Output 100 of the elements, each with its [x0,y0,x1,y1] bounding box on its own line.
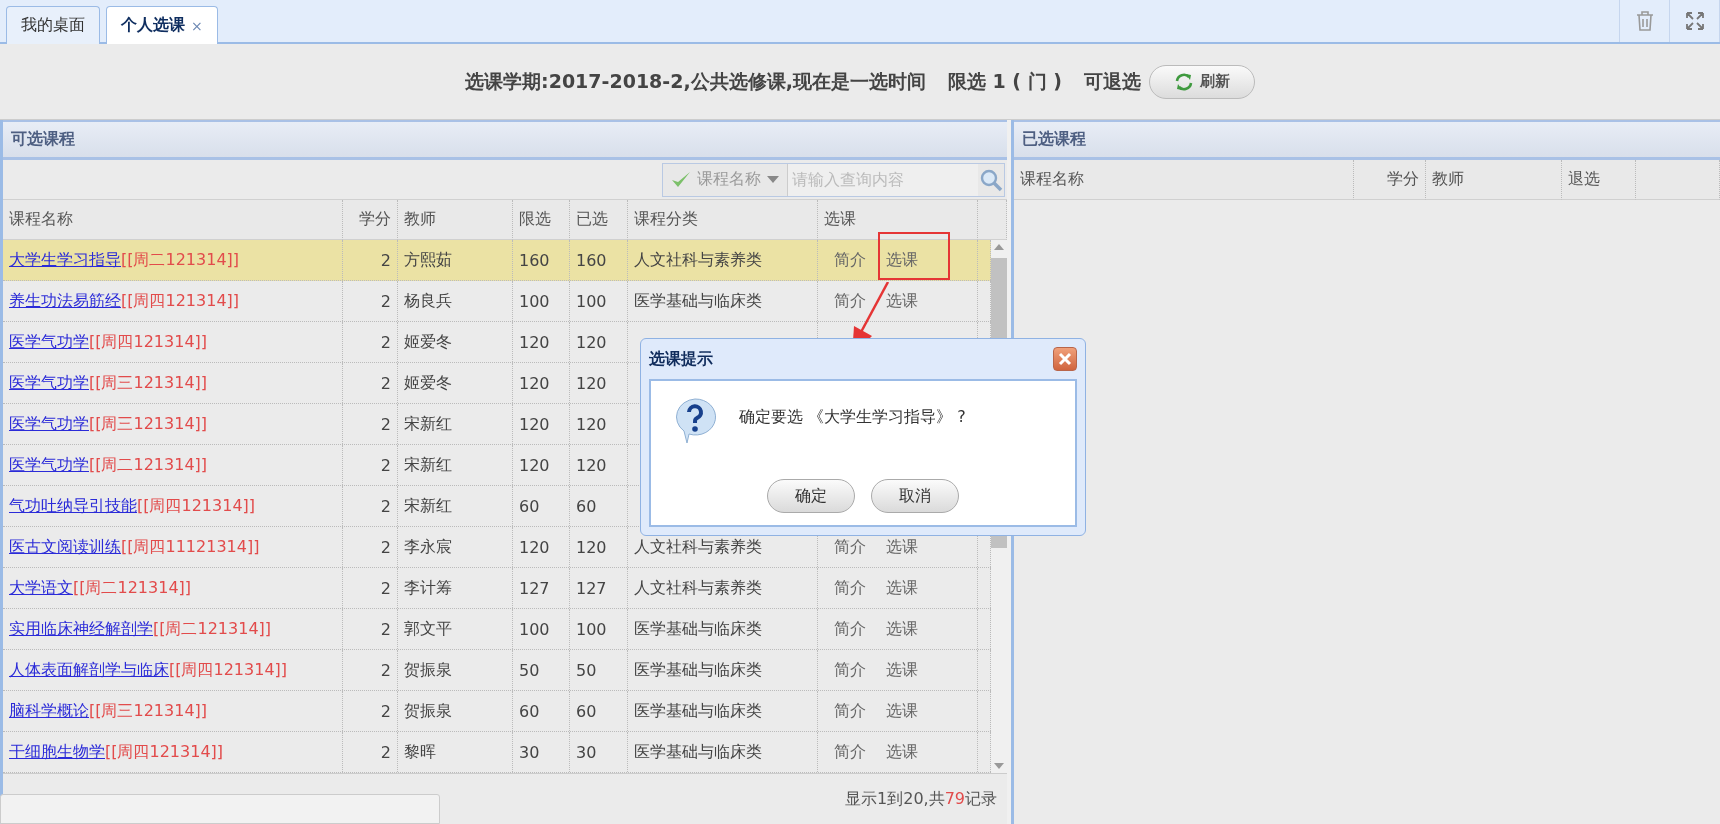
course-row[interactable]: 养生功法易筋经[[周四121314]] 2 杨良兵 100 100 医学基础与临床类 简介 选课 [3,281,991,322]
table-cell: 2 [380,414,391,434]
course-link[interactable]: 医学气功学 [9,413,89,433]
course-name: 医古文阅读训练[[周四11121314]] [9,536,260,558]
course-row[interactable]: 医古文阅读训练[[周四11121314]] 2 李永宸 120 120 人文社科与素养类 简介 选课 [3,527,991,568]
close-button[interactable] [1053,347,1077,371]
caret-icon [767,175,779,184]
select-link[interactable]: 选课 [876,659,928,681]
course-link[interactable]: 气功吐纳导引技能 [9,495,137,515]
intro-link[interactable]: 简介 [824,659,876,681]
table-cell: 50 [519,660,540,680]
dialog-button[interactable]: 确定 [767,479,855,513]
course-link[interactable]: 大学语文 [9,577,73,597]
table-cell: 医学基础与临床类 [634,659,762,681]
dialog-button[interactable]: 取消 [871,479,959,513]
table-cell: 120 [519,414,550,434]
column-header: 教师 [398,200,513,240]
select-link[interactable]: 选课 [876,536,928,558]
record-count: 显示1到20,共79记录 [845,788,997,810]
select-link[interactable]: 选课 [876,577,928,599]
table-cell: 127 [576,578,607,598]
intro-link[interactable]: 简介 [824,618,876,640]
table-cell: 方熙茹 [404,249,452,271]
intro-link[interactable]: 简介 [824,290,876,312]
course-link[interactable]: 大学生学习指导 [9,249,121,269]
scroll-down-icon[interactable] [994,763,1004,769]
table-cell: 120 [519,332,550,352]
course-name: 养生功法易筋经[[周四121314]] [9,290,240,312]
table-cell: 60 [576,496,597,516]
select-link[interactable]: 选课 [876,700,928,722]
scroll-up-icon[interactable] [994,244,1004,250]
table-cell: 贺振泉 [404,659,452,681]
select-link[interactable]: 选课 [876,618,928,640]
course-name: 医学气功学[[周二121314]] [9,454,208,476]
table-cell: 2 [380,455,391,475]
table-cell: 30 [519,742,540,762]
highlight-frame [878,232,950,280]
table-cell: 医学基础与临床类 [634,618,762,640]
table-cell: 2 [380,660,391,680]
course-row[interactable]: 实用临床神经解剖学[[周二121314]] 2 郭文平 100 100 医学基础与临床类 简介 选课 [3,609,991,650]
table-cell: 2 [380,742,391,762]
course-link[interactable]: 医学气功学 [9,454,89,474]
refresh-button[interactable]: 刷新 [1148,64,1255,99]
table-cell: 宋新红 [404,454,452,476]
course-link[interactable]: 人体表面解剖学与临床 [9,659,169,679]
table-cell: 人文社科与素养类 [634,577,762,599]
select-link[interactable]: 选课 [876,741,928,763]
intro-link[interactable]: 简介 [824,536,876,558]
intro-link[interactable]: 简介 [824,249,876,271]
course-row[interactable]: 人体表面解剖学与临床[[周四121314]] 2 贺振泉 50 50 医学基础与临床类 简介 选课 [3,650,991,691]
table-cell: 杨良兵 [404,290,452,312]
tab[interactable]: 个人选课 × [106,6,218,44]
withdraw-info: 可退选 [1083,68,1141,94]
table-cell: 120 [576,373,607,393]
intro-link[interactable]: 简介 [824,700,876,722]
table-cell: 2 [380,332,391,352]
table-cell: 120 [576,332,607,352]
course-name: 干细胞生物学[[周四121314]] [9,741,224,763]
table-cell: 2 [380,537,391,557]
table-cell: 黎晖 [404,741,436,763]
select-link[interactable]: 选课 [876,249,928,271]
table-cell: 120 [576,455,607,475]
intro-link[interactable]: 简介 [824,741,876,763]
table-cell: 姬爱冬 [404,372,452,394]
table-cell: 李计筹 [404,577,452,599]
course-row[interactable]: 干细胞生物学[[周四121314]] 2 黎晖 30 30 医学基础与临床类 简介 选课 [3,732,991,773]
course-name: 大学生学习指导[[周二121314]] [9,249,240,271]
course-link[interactable]: 医古文阅读训练 [9,536,121,556]
course-link[interactable]: 脑科学概论 [9,700,89,720]
term-info: 选课学期:2017-2018-2,公共选修课,现在是一选时间 [465,68,926,94]
course-row[interactable]: 大学生学习指导[[周二121314]] 2 方熙茹 160 160 人文社科与素养类 简介 选课 [3,240,991,281]
course-link[interactable]: 医学气功学 [9,372,89,392]
course-link[interactable]: 实用临床神经解剖学 [9,618,153,638]
table-cell: 李永宸 [404,536,452,558]
table-cell: 120 [576,414,607,434]
table-cell: 60 [576,701,597,721]
select-link[interactable]: 选课 [876,290,928,312]
column-header: 退选 [1562,160,1636,200]
table-cell: 120 [519,455,550,475]
course-link[interactable]: 养生功法易筋经 [9,290,121,310]
course-name: 医学气功学[[周四121314]] [9,331,208,353]
course-row[interactable]: 脑科学概论[[周三121314]] 2 贺振泉 60 60 医学基础与临床类 简介 选课 [3,691,991,732]
course-row[interactable]: 大学语文[[周二121314]] 2 李计筹 127 127 人文社科与素养类 简介 选课 [3,568,991,609]
course-name: 大学语文[[周二121314]] [9,577,192,599]
column-header: 课程分类 [628,200,818,240]
column-header: 学分 [1354,160,1426,200]
tab[interactable]: 我的桌面 [6,6,100,44]
course-name: 实用临床神经解剖学[[周二121314]] [9,618,272,640]
table-cell: 120 [519,373,550,393]
limit-info: 限选 1 ( 门 ) [947,68,1062,94]
column-header: 选课 [818,200,978,240]
table-cell: 127 [519,578,550,598]
close-icon[interactable]: × [191,17,203,34]
course-name: 人体表面解剖学与临床[[周四121314]] [9,659,288,681]
course-link[interactable]: 医学气功学 [9,331,89,351]
intro-link[interactable]: 简介 [824,577,876,599]
course-link[interactable]: 干细胞生物学 [9,741,105,761]
column-header: 学分 [343,200,398,240]
panel-title: 可选课程 [3,120,1007,160]
check-icon [671,170,691,189]
